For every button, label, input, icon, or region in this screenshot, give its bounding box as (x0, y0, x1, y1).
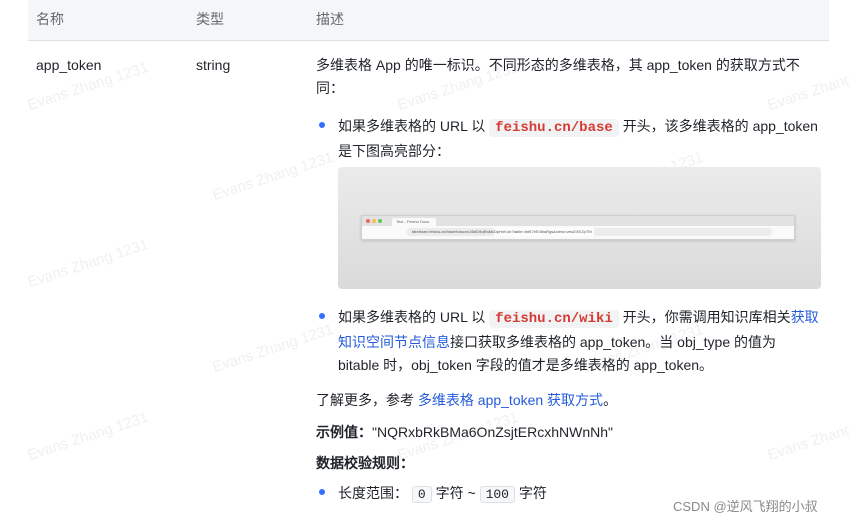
bullet-dot (319, 489, 325, 495)
text-fragment: ~ (467, 485, 476, 501)
inline-code: feishu.cn/base (489, 119, 619, 137)
watermark-text: Evans Zhang 1231 (210, 148, 336, 205)
bullet-dot (319, 313, 325, 319)
table-header: 名称 类型 描述 (28, 0, 829, 41)
text-fragment: 字符 (435, 485, 464, 501)
learn-more: 了解更多，参考 多维表格 app_token 获取方式。 (316, 389, 816, 412)
maximize-dot-icon (378, 219, 382, 223)
header-type: 类型 (196, 11, 224, 27)
min-length-value: 0 (411, 486, 432, 503)
text-fragment: 如果多维表格的 URL 以 (338, 118, 486, 134)
example-text: "NQRxbRkBMa6OnZsjtERcxhNWnNh" (372, 424, 613, 440)
text-fragment: 如果多维表格的 URL 以 (338, 309, 486, 325)
watermark-text: Evans Zhang 1231 (25, 408, 151, 465)
minimize-dot-icon (372, 219, 376, 223)
header-description: 描述 (316, 11, 344, 27)
text-fragment: 。 (603, 392, 618, 408)
inline-code: feishu.cn/wiki (489, 310, 619, 328)
browser-tab-bar: Test - Feishu Docs (362, 216, 794, 226)
list-item-text: 如果多维表格的 URL 以 feishu.cn/base 开头，该多维表格的 a… (338, 115, 820, 163)
browser-window: Test - Feishu Docs fabriksen.feishu.cn/b… (361, 215, 795, 240)
browser-url-bar: fabriksen.feishu.cn/base/bascnxJ4ldD9qRa… (362, 226, 794, 239)
param-name: app_token (36, 57, 102, 73)
text-fragment: 了解更多，参考 (316, 392, 414, 408)
browser-tab: Test - Feishu Docs (392, 218, 436, 226)
text-fragment: 开头，你需调用知识库相关 (622, 309, 791, 325)
watermark-text: Evans Zhang 1231 (25, 235, 151, 292)
description-intro: 多维表格 App 的唯一标识。不同形态的多维表格，其 app_token 的获取… (316, 57, 800, 96)
max-length-value: 100 (479, 486, 515, 503)
bullet-dot (319, 122, 325, 128)
example-value: 示例值："NQRxbRkBMa6OnZsjtERcxhNWnNh" (316, 421, 816, 444)
example-label: 示例值： (316, 424, 372, 440)
text-fragment: 字符 (518, 485, 547, 501)
header-name: 名称 (36, 11, 64, 27)
csdn-credit: CSDN @逆风飞翔的小叔 (673, 499, 818, 514)
list-item-text: 如果多维表格的 URL 以 feishu.cn/wiki 开头，你需调用知识库相… (338, 306, 820, 377)
browser-screenshot-image: Test - Feishu Docs fabriksen.feishu.cn/b… (338, 167, 821, 289)
app-token-guide-link[interactable]: 多维表格 app_token 获取方式 (418, 392, 603, 408)
url-text: fabriksen.feishu.cn/base/bascnxJ4ldD9qRa… (412, 229, 592, 234)
close-dot-icon (366, 219, 370, 223)
param-type: string (196, 57, 231, 73)
validation-title: 数据校验规则： (316, 455, 414, 471)
text-fragment: 长度范围： (338, 485, 408, 501)
browser-url: fabriksen.feishu.cn/base/bascnxJ4ldD9qRa… (406, 228, 772, 236)
watermark-text: Evans Zhang 1231 (210, 320, 336, 377)
